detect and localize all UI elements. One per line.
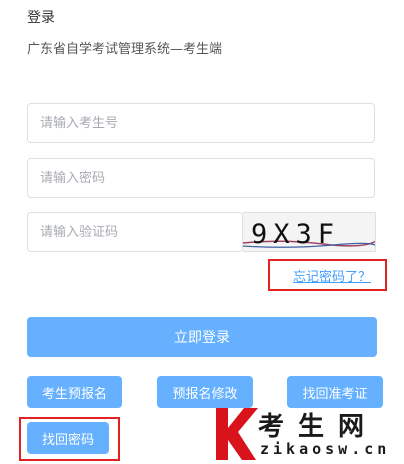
captcha-image[interactable]: 9X3F — [243, 212, 376, 252]
watermark-brand-cn: 考生网 — [258, 412, 379, 442]
password-input[interactable] — [28, 159, 374, 197]
page-title: 登录 — [27, 10, 55, 26]
login-page: 登录 广东省自学考试管理系统—考生端 9X3F 忘记密码了？ 立即登录 考生预报… — [0, 0, 404, 464]
exam-number-input[interactable] — [28, 104, 374, 142]
forgot-password-link[interactable]: 忘记密码了？ — [293, 266, 371, 285]
captcha-input[interactable] — [28, 213, 242, 251]
captcha-text: 9X3F — [251, 219, 340, 250]
retrieve-password-button[interactable]: 找回密码 — [27, 422, 109, 454]
watermark-k-logo-icon — [216, 408, 258, 460]
system-subtitle: 广东省自学考试管理系统—考生端 — [27, 42, 223, 57]
site-watermark: 考生网 zikaosw.cn — [214, 404, 404, 464]
exam-number-field[interactable] — [27, 103, 375, 143]
watermark-brand-url: zikaosw.cn — [260, 440, 391, 458]
password-field[interactable] — [27, 158, 375, 198]
login-button[interactable]: 立即登录 — [27, 317, 377, 357]
captcha-field[interactable] — [27, 212, 243, 252]
pre-register-button[interactable]: 考生预报名 — [27, 376, 122, 408]
